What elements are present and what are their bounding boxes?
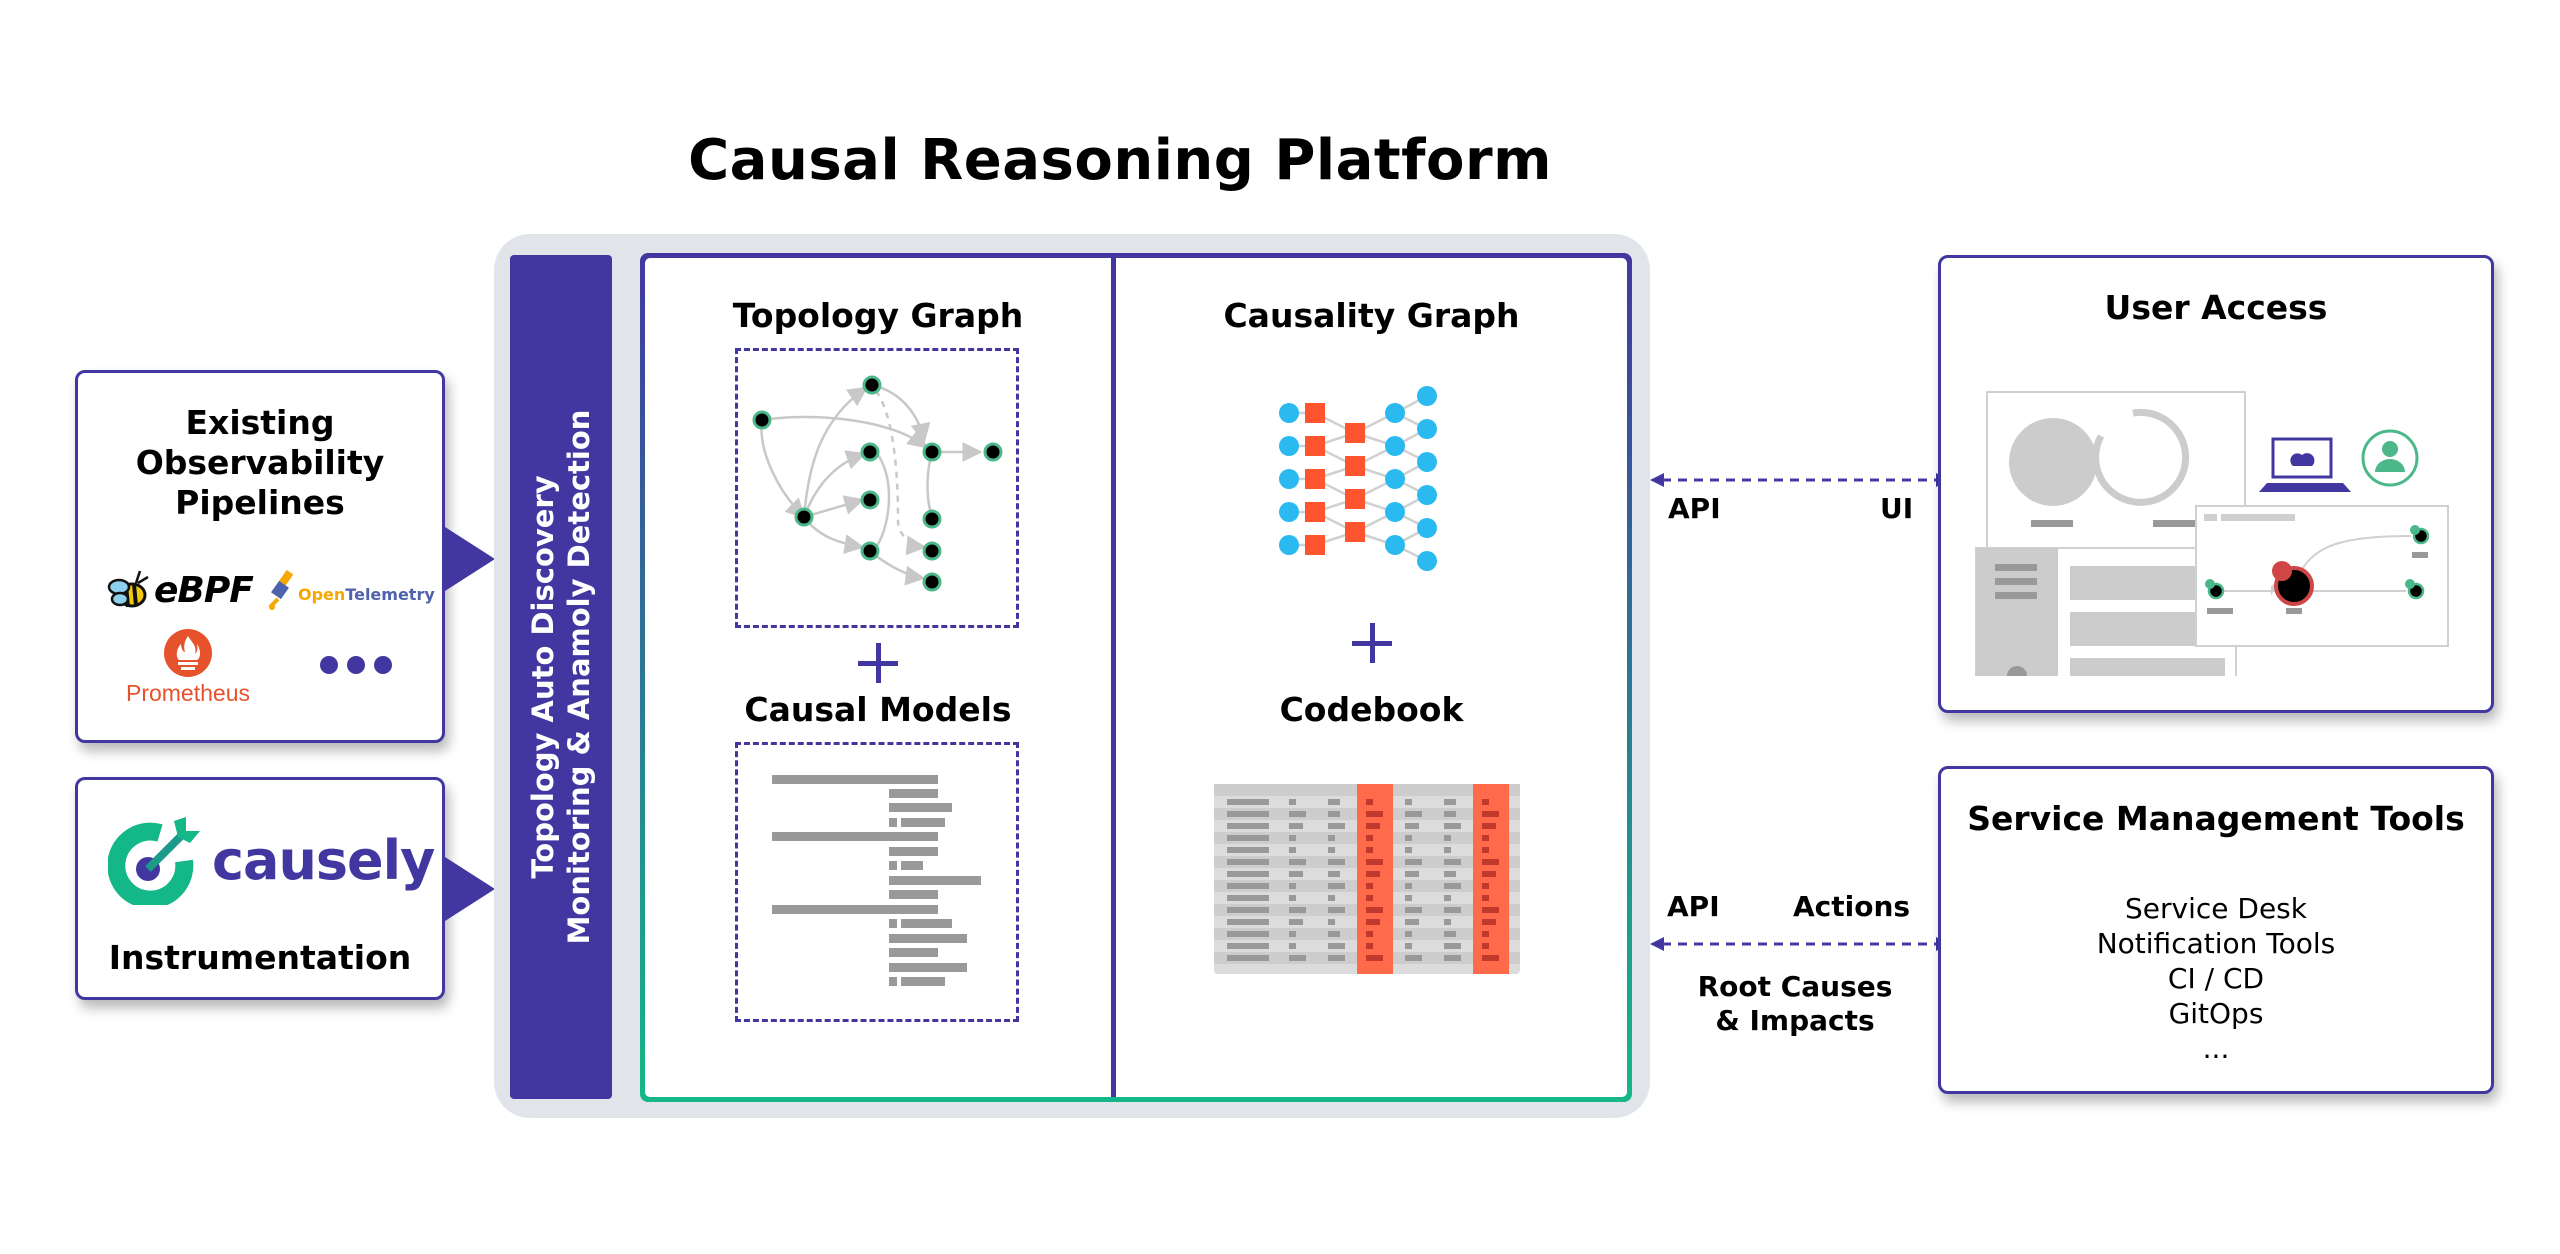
codebook-title: Codebook bbox=[1279, 690, 1464, 729]
arrow-left-icon bbox=[1650, 473, 1664, 487]
api-label-bottom: API bbox=[1667, 890, 1720, 923]
service-tool-item: CI / CD bbox=[2167, 962, 2265, 995]
causal-models-box bbox=[735, 742, 1019, 1022]
ellipsis-icon bbox=[320, 656, 392, 674]
actions-connector bbox=[1650, 937, 1950, 951]
service-tool-item: GitOps bbox=[2168, 997, 2264, 1030]
cloud-icon bbox=[2290, 453, 2315, 466]
discovery-sidebar: Topology Auto Discovery Monitoring & Ana… bbox=[510, 255, 612, 1099]
observability-pipelines-card: Existing Observability Pipelines eBPF Op… bbox=[75, 370, 445, 743]
api-label-top: API bbox=[1668, 492, 1721, 525]
service-tools-list: Service Desk Notification Tools CI / CD … bbox=[1941, 891, 2491, 1066]
flame-icon bbox=[164, 629, 212, 677]
topology-graph-diagram bbox=[752, 375, 1003, 592]
prometheus-label: Prometheus bbox=[125, 680, 250, 706]
observability-arrow-icon bbox=[445, 527, 495, 591]
causely-logo: causely bbox=[108, 815, 435, 905]
causality-graph-title: Causality Graph bbox=[1223, 296, 1520, 335]
observability-title-line1: Existing bbox=[185, 403, 335, 442]
user-access-card: User Access bbox=[1938, 255, 2494, 713]
otel-open-text: Open bbox=[298, 584, 346, 604]
telescope-icon bbox=[268, 569, 294, 610]
root-causes-label: Root Causes & Impacts bbox=[1650, 970, 1940, 1038]
user-icon bbox=[2361, 429, 2419, 487]
arrow-left-icon bbox=[1650, 937, 1664, 951]
prometheus-logo: Prometheus bbox=[108, 628, 268, 707]
observability-title: Existing Observability Pipelines bbox=[78, 403, 442, 523]
causal-models-title: Causal Models bbox=[744, 690, 1012, 729]
user-access-title: User Access bbox=[2104, 288, 2328, 327]
codebook-table bbox=[1214, 784, 1520, 974]
platform-core: Topology Graph Causal Models Causality G… bbox=[640, 253, 1632, 1102]
service-management-card: Service Management Tools Service Desk No… bbox=[1938, 766, 2494, 1094]
actions-label: Actions bbox=[1793, 890, 1911, 923]
causal-models-diagram bbox=[772, 775, 981, 986]
sidebar-text: Topology Auto Discovery Monitoring & Ana… bbox=[525, 410, 597, 945]
ebpf-logo: eBPF bbox=[106, 565, 254, 615]
bee-icon bbox=[107, 570, 149, 608]
opentelemetry-logo: OpenTelemetry bbox=[268, 565, 435, 615]
observability-title-line2: Observability bbox=[135, 443, 385, 482]
topology-graph-title: Topology Graph bbox=[732, 296, 1024, 335]
ui-label: UI bbox=[1880, 492, 1914, 525]
service-tool-item: ... bbox=[2202, 1032, 2230, 1065]
root-causes-line1: Root Causes bbox=[1697, 970, 1893, 1003]
sidebar-line2: Monitoring & Anamoly Detection bbox=[562, 409, 596, 945]
observability-title-line3: Pipelines bbox=[175, 483, 345, 522]
topology-graph-box bbox=[735, 348, 1019, 628]
ui-connector bbox=[1650, 473, 1950, 487]
plus-icon bbox=[1352, 623, 1392, 663]
sidebar-line1: Topology Auto Discovery bbox=[526, 475, 560, 879]
otel-telemetry-text: Telemetry bbox=[345, 584, 435, 604]
root-causes-line2: & Impacts bbox=[1715, 1004, 1875, 1037]
target-arrow-icon bbox=[108, 817, 200, 905]
causality-graph-diagram bbox=[1279, 386, 1437, 571]
instrumentation-arrow-icon bbox=[445, 857, 495, 921]
instrumentation-title: Instrumentation bbox=[108, 938, 412, 977]
dashboard-illustration bbox=[1975, 391, 2449, 676]
causely-brand: causely bbox=[212, 828, 435, 892]
column-divider bbox=[1111, 258, 1116, 1097]
service-management-title: Service Management Tools bbox=[1967, 799, 2465, 838]
diagram-title: Causal Reasoning Platform bbox=[688, 128, 1552, 193]
service-tool-item: Service Desk bbox=[2125, 892, 2307, 925]
instrumentation-card: causely Instrumentation bbox=[75, 777, 445, 1000]
plus-icon bbox=[858, 643, 898, 683]
ebpf-label: eBPF bbox=[154, 569, 254, 611]
opentelemetry-label: OpenTelemetry bbox=[298, 585, 435, 604]
service-tool-item: Notification Tools bbox=[2096, 927, 2336, 960]
